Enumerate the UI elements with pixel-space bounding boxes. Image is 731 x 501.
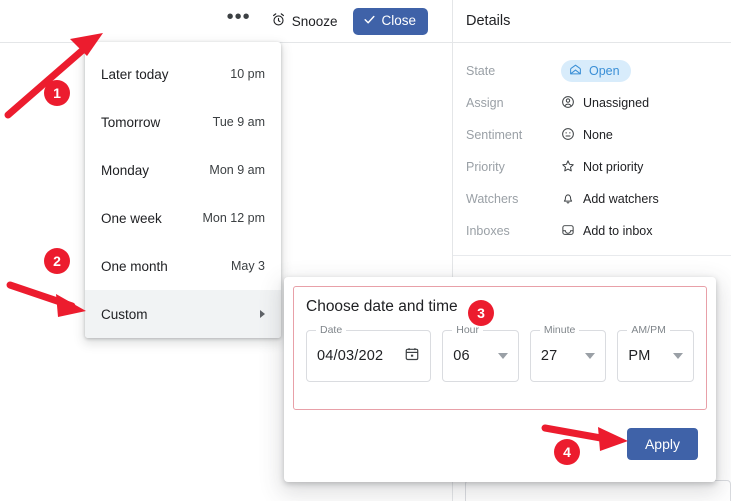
- person-circle-icon: [561, 95, 575, 112]
- details-key: State: [466, 64, 496, 78]
- datetime-title-text: Choose date and time: [306, 298, 458, 315]
- details-rows: State Open Assign Unassigned Sentiment N…: [453, 43, 731, 247]
- annotation-badge-1: 1: [44, 80, 70, 106]
- name-field[interactable]: Name: [465, 473, 731, 501]
- menu-item-hint: Mon 12 pm: [202, 211, 265, 225]
- details-row-assign: Assign Unassigned: [453, 87, 731, 119]
- details-value: Add watchers: [583, 192, 659, 206]
- details-row-watchers: Watchers Add watchers: [453, 183, 731, 215]
- annotation-arrow-2: [6, 281, 86, 317]
- details-key: Assign: [466, 96, 504, 110]
- watchers-value[interactable]: Add watchers: [561, 191, 659, 208]
- details-value: Open: [589, 64, 620, 78]
- details-key: Inboxes: [466, 224, 510, 238]
- star-icon: [561, 159, 575, 176]
- details-section-divider: [453, 255, 731, 256]
- details-row-sentiment: Sentiment None: [453, 119, 731, 151]
- hour-field-value: 06: [453, 348, 470, 364]
- menu-item-label: Custom: [101, 306, 148, 322]
- chevron-down-icon[interactable]: [497, 353, 508, 359]
- chevron-right-icon: [260, 310, 265, 318]
- screenshot-root: ••• Snooze Close Later today 10 pm Tomor…: [0, 0, 731, 501]
- chevron-down-icon[interactable]: [673, 353, 684, 359]
- alarm-clock-icon: [271, 12, 286, 30]
- details-row-priority: Priority Not priority: [453, 151, 731, 183]
- menu-item-tomorrow[interactable]: Tomorrow Tue 9 am: [85, 98, 281, 146]
- snooze-button[interactable]: Snooze: [269, 8, 340, 34]
- details-value: Unassigned: [583, 96, 650, 110]
- ampm-field-value: PM: [628, 348, 651, 364]
- date-field-value: 04/03/202: [317, 348, 384, 364]
- datetime-dialog-title: Choose date and time: [306, 298, 694, 316]
- details-key: Watchers: [466, 192, 519, 206]
- menu-item-label: Later today: [101, 66, 169, 82]
- details-row-state: State Open: [453, 55, 731, 87]
- details-value: Add to inbox: [583, 224, 653, 238]
- assign-value[interactable]: Unassigned: [561, 95, 649, 112]
- sentiment-value[interactable]: None: [561, 127, 613, 144]
- minute-select[interactable]: Minute 27: [529, 324, 607, 382]
- priority-value[interactable]: Not priority: [561, 159, 643, 176]
- close-button[interactable]: Close: [353, 7, 428, 35]
- snooze-dropdown-menu: Later today 10 pm Tomorrow Tue 9 am Mond…: [85, 42, 281, 338]
- details-key: Sentiment: [466, 128, 523, 142]
- menu-item-one-week[interactable]: One week Mon 12 pm: [85, 194, 281, 242]
- date-field-label: Date: [316, 324, 347, 336]
- menu-item-label: One week: [101, 210, 162, 226]
- menu-item-hint: Tue 9 am: [212, 115, 265, 129]
- menu-item-one-month[interactable]: One month May 3: [85, 242, 281, 290]
- ampm-field-label: AM/PM: [627, 324, 670, 336]
- calendar-icon[interactable]: [404, 346, 420, 367]
- annotation-badge-2: 2: [44, 248, 70, 274]
- bell-icon: [561, 191, 575, 208]
- menu-item-custom[interactable]: Custom: [85, 290, 281, 338]
- annotation-badge-3: 3: [468, 300, 494, 326]
- check-icon: [363, 13, 376, 29]
- choose-datetime-dialog: Choose date and time Date 04/03/202 Hour…: [284, 277, 716, 482]
- minute-field-label: Minute: [539, 324, 580, 336]
- annotation-badge-4: 4: [554, 439, 580, 465]
- details-value: None: [583, 128, 613, 142]
- menu-item-hint: May 3: [230, 259, 265, 273]
- hour-select[interactable]: Hour 06: [442, 324, 519, 382]
- menu-item-label: Tomorrow: [101, 114, 161, 130]
- chevron-down-icon[interactable]: [585, 353, 596, 359]
- inboxes-value[interactable]: Add to inbox: [561, 223, 653, 240]
- menu-item-monday[interactable]: Monday Mon 9 am: [85, 146, 281, 194]
- open-envelope-icon: [569, 63, 582, 79]
- ampm-select[interactable]: AM/PM PM: [617, 324, 695, 382]
- state-open-badge[interactable]: Open: [561, 60, 631, 82]
- details-row-inboxes: Inboxes Add to inbox: [453, 215, 731, 247]
- snooze-label: Snooze: [291, 13, 338, 29]
- details-title: Details: [466, 13, 511, 29]
- menu-item-label: One month: [101, 258, 168, 274]
- datetime-fields: Date 04/03/202 Hour 06 Minute 27 AM/PM P…: [306, 324, 695, 382]
- details-key: Priority: [466, 160, 505, 174]
- details-value: Not priority: [583, 160, 644, 174]
- menu-item-later-today[interactable]: Later today 10 pm: [85, 50, 281, 98]
- menu-item-hint: 10 pm: [230, 67, 265, 81]
- neutral-face-icon: [561, 127, 575, 144]
- minute-field-value: 27: [540, 348, 558, 364]
- inbox-icon: [561, 223, 575, 240]
- close-label: Close: [381, 13, 416, 28]
- more-options-button[interactable]: •••: [223, 7, 255, 32]
- datetime-highlight-box: Choose date and time Date 04/03/202 Hour…: [293, 286, 707, 410]
- date-field[interactable]: Date 04/03/202: [306, 324, 432, 382]
- menu-item-hint: Mon 9 am: [209, 163, 265, 177]
- apply-button[interactable]: Apply: [626, 428, 698, 460]
- top-toolbar: ••• Snooze Close: [0, 0, 452, 42]
- menu-item-label: Monday: [101, 162, 150, 178]
